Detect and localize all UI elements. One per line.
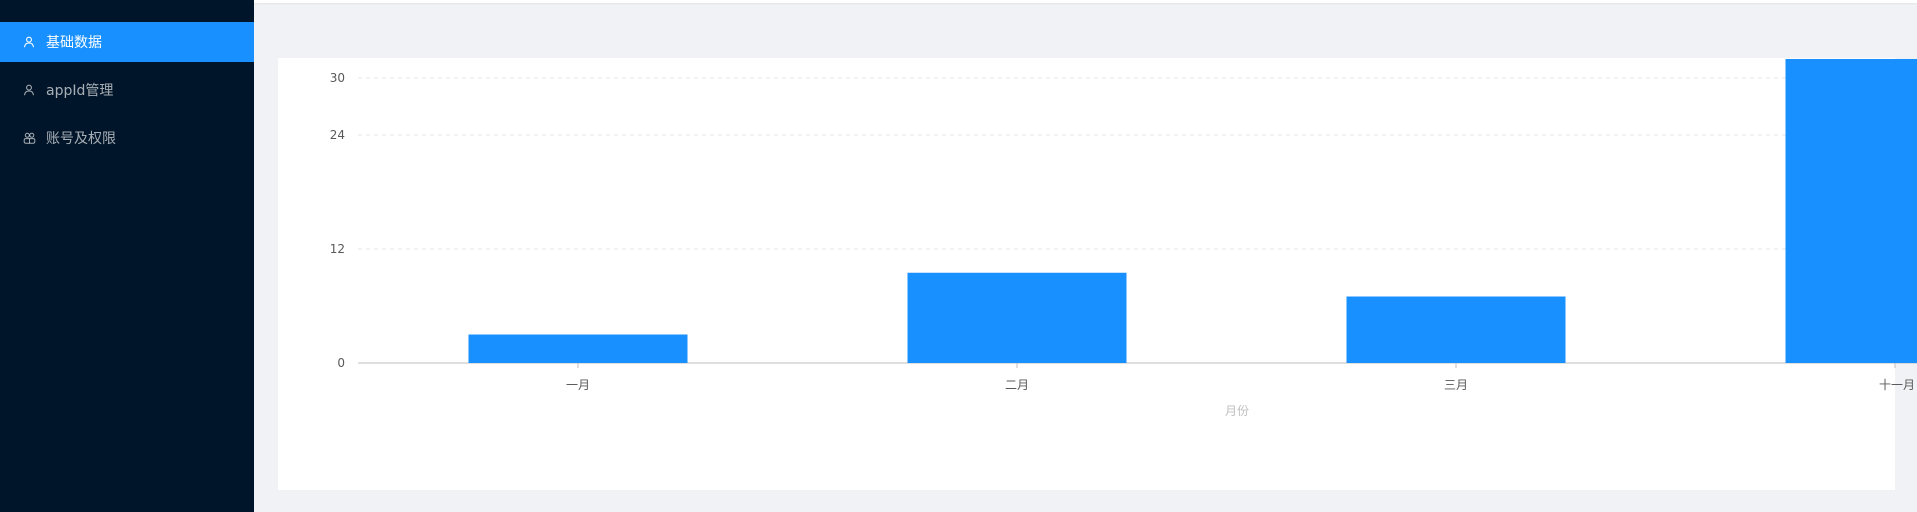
sidebar-item-basic-data[interactable]: 基础数据 (0, 22, 254, 62)
team-icon (22, 131, 36, 145)
sidebar-item-account-permissions[interactable]: 账号及权限 (0, 118, 254, 158)
user-icon (22, 35, 36, 49)
user-icon (22, 83, 36, 97)
top-header (254, 0, 1917, 3)
sidebar: 基础数据 appId管理 账号及权限 (0, 0, 254, 512)
sidebar-item-label: appId管理 (46, 83, 114, 99)
chart-card (278, 58, 1895, 490)
sidebar-item-appid-management[interactable]: appId管理 (0, 70, 254, 110)
sidebar-item-label: 账号及权限 (46, 131, 116, 147)
sidebar-item-label: 基础数据 (46, 35, 102, 51)
